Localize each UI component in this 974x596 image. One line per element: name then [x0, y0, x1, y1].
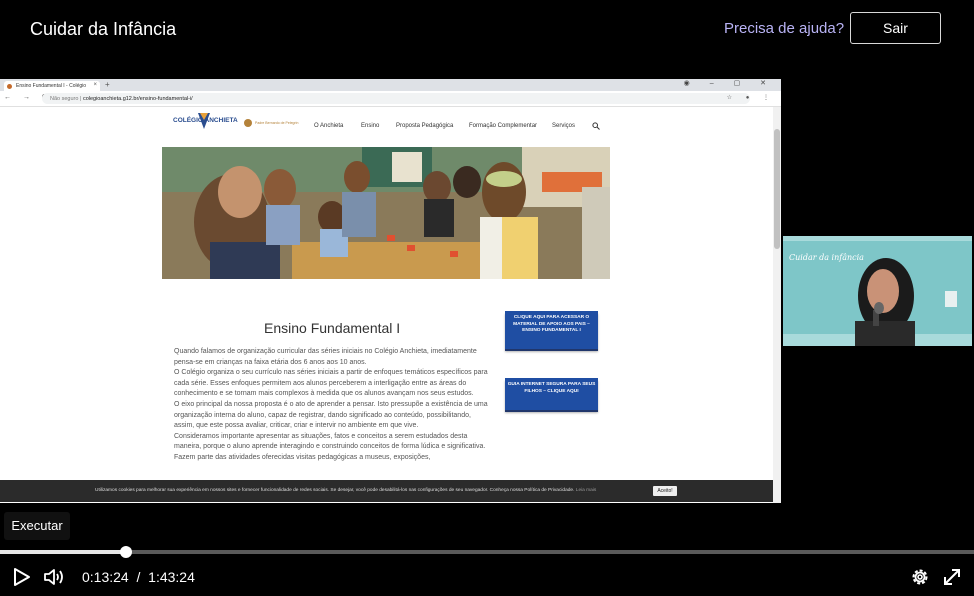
site-nav-item: O Anchieta [314, 123, 344, 129]
window-controls-icon: ◉ – ▢ ✕ [683, 80, 775, 87]
shared-screen: Ensino Fundamental I - Colégio × + ◉ – ▢… [0, 79, 781, 503]
seal-icon [244, 119, 252, 127]
paragraph: O eixo principal da nossa proposta é o a… [174, 400, 488, 430]
page-heading: Ensino Fundamental I [264, 320, 401, 336]
browser-actions-icon: ☆ ● ⋮ [726, 95, 775, 101]
tab-close-icon: × [93, 82, 97, 88]
search-icon [592, 122, 600, 130]
site-nav-item: Proposta Pedagógica [396, 123, 454, 129]
cookie-accept-button: Aceito! [653, 486, 677, 496]
browser-address-bar: ← → C Não seguro | colegioanchieta.g12.b… [0, 91, 781, 107]
cookie-link: Leia mais [575, 488, 597, 493]
fullscreen-icon[interactable] [941, 566, 963, 588]
site-logo-text: COLÉGIO ANCHIETA [173, 117, 238, 124]
cookie-message: Utilizamos cookies para melhorar sua exp… [95, 488, 575, 493]
browser-tab-strip: Ensino Fundamental I - Colégio × + ◉ – ▢… [0, 79, 781, 91]
time-separator: / [136, 569, 141, 585]
current-time: 0:13:24 [82, 569, 129, 585]
paragraph: Consideramos importante apresentar as si… [174, 432, 486, 461]
seek-bar-handle[interactable] [120, 546, 132, 558]
presenter-webcam: Cuidar da infância [783, 236, 972, 346]
parents-material-button: CLIQUE AQUI PARA ACESSAR O MATERIAL DE A… [505, 311, 598, 349]
site-nav-item: Serviços [552, 123, 576, 129]
help-link[interactable]: Precisa de ajuda? [724, 20, 844, 37]
webcam-title: Cuidar da infância [789, 253, 864, 262]
play-icon[interactable] [10, 566, 32, 588]
time-display: 0:13:24 / 1:43:24 [82, 569, 195, 585]
seek-bar-played [0, 550, 126, 554]
play-tooltip: Executar [4, 512, 70, 540]
url-security: Não seguro [50, 96, 79, 102]
favicon-icon [7, 84, 12, 89]
body-text: Quando falamos de organização curricular… [174, 347, 490, 464]
safe-internet-button: GUIA INTERNET SEGURA PARA SEUS FILHOS – … [505, 378, 598, 410]
hero-photo [162, 147, 610, 279]
site-nav-item: Formação Complementar [469, 123, 538, 129]
site-nav-item: Ensino [361, 123, 380, 129]
seek-bar[interactable] [0, 546, 974, 558]
scroll-thumb [774, 129, 780, 249]
url-box: Não seguro | colegioanchieta.g12.br/ensi… [42, 93, 750, 104]
browser-tab: Ensino Fundamental I - Colégio × [4, 81, 100, 91]
paragraph: O Colégio organiza o seu currículo nas s… [174, 369, 488, 398]
player-controls: 0:13:24 / 1:43:24 [0, 560, 974, 596]
website: COLÉGIO ANCHIETA Padre Bernardo de Peleg… [0, 107, 773, 503]
logo-subtitle: Padre Bernardo de Pelegrin [255, 121, 299, 125]
top-bar: Cuidar da Infância Precisa de ajuda? Sai… [0, 0, 974, 60]
exit-button[interactable]: Sair [850, 12, 941, 44]
cookie-text: Utilizamos cookies para melhorar sua exp… [95, 488, 596, 493]
browser-tab-title: Ensino Fundamental I - Colégio [16, 83, 87, 89]
cookie-bar: Utilizamos cookies para melhorar sua exp… [0, 480, 773, 502]
settings-icon[interactable] [909, 566, 931, 588]
browser-scrollbar [773, 107, 781, 503]
new-tab-icon: + [105, 80, 110, 89]
app-title: Cuidar da Infância [30, 19, 177, 39]
paragraph: Quando falamos de organização curricular… [174, 348, 477, 366]
url-text: colegioanchieta.g12.br/ensino-fundamenta… [82, 96, 193, 102]
volume-icon[interactable] [43, 566, 65, 588]
duration: 1:43:24 [148, 569, 195, 585]
